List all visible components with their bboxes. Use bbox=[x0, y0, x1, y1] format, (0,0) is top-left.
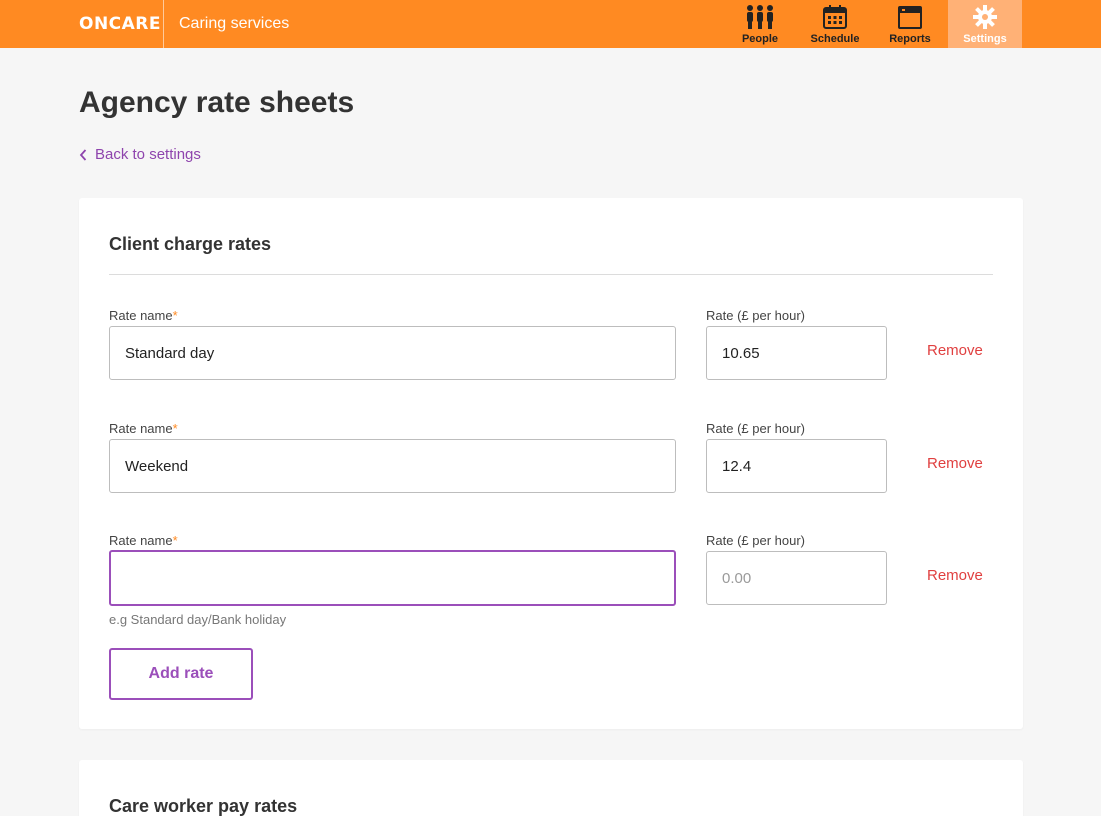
rate-amount-label: Rate (£ per hour) bbox=[706, 421, 805, 436]
remove-rate-button[interactable]: Remove bbox=[927, 342, 983, 359]
rate-name-hint: e.g Standard day/Bank holiday bbox=[109, 612, 287, 627]
gear-icon bbox=[973, 5, 997, 29]
nav-schedule-label: Schedule bbox=[810, 33, 860, 45]
rate-amount-label: Rate (£ per hour) bbox=[706, 308, 805, 323]
care-worker-pay-rates-title: Care worker pay rates bbox=[109, 796, 298, 816]
rate-name-input[interactable] bbox=[109, 326, 676, 380]
back-to-settings-link[interactable]: Back to settings bbox=[79, 146, 201, 163]
rate-name-label: Rate name* bbox=[109, 308, 178, 323]
rate-name-label: Rate name* bbox=[109, 533, 178, 548]
client-charge-rates-title: Client charge rates bbox=[109, 234, 272, 254]
remove-rate-button[interactable]: Remove bbox=[927, 455, 983, 472]
calendar-icon bbox=[823, 5, 847, 29]
care-worker-pay-rates-card: Care worker pay rates bbox=[79, 760, 1023, 816]
header-divider bbox=[163, 0, 164, 48]
nav-reports-label: Reports bbox=[889, 33, 931, 45]
rate-name-input[interactable] bbox=[109, 550, 676, 606]
rate-name-input[interactable] bbox=[109, 439, 676, 493]
reports-icon bbox=[898, 6, 922, 29]
rate-amount-input[interactable] bbox=[706, 326, 887, 380]
top-navigation-bar: ONCARE Caring services People Schedule R… bbox=[0, 0, 1101, 48]
people-icon bbox=[747, 5, 773, 29]
rate-name-label: Rate name* bbox=[109, 421, 178, 436]
rate-amount-input[interactable] bbox=[706, 551, 887, 605]
nav-schedule[interactable]: Schedule bbox=[798, 0, 872, 48]
nav-settings-label: Settings bbox=[963, 33, 1007, 45]
nav-people-label: People bbox=[741, 33, 779, 45]
nav-settings[interactable]: Settings bbox=[948, 0, 1022, 48]
remove-rate-button[interactable]: Remove bbox=[927, 567, 983, 584]
add-rate-button[interactable]: Add rate bbox=[109, 648, 253, 700]
oncare-logo[interactable]: ONCARE bbox=[79, 14, 161, 34]
back-link-label: Back to settings bbox=[95, 146, 201, 163]
nav-people[interactable]: People bbox=[723, 0, 797, 48]
client-charge-rates-card: Client charge rates Rate name* Rate (£ p… bbox=[79, 198, 1023, 729]
rate-amount-input[interactable] bbox=[706, 439, 887, 493]
card-divider bbox=[109, 274, 993, 275]
page-title: Agency rate sheets bbox=[79, 86, 355, 119]
rate-amount-label: Rate (£ per hour) bbox=[706, 533, 805, 548]
nav-reports[interactable]: Reports bbox=[873, 0, 947, 48]
chevron-left-icon bbox=[79, 148, 87, 161]
company-name: Caring services bbox=[179, 15, 290, 32]
